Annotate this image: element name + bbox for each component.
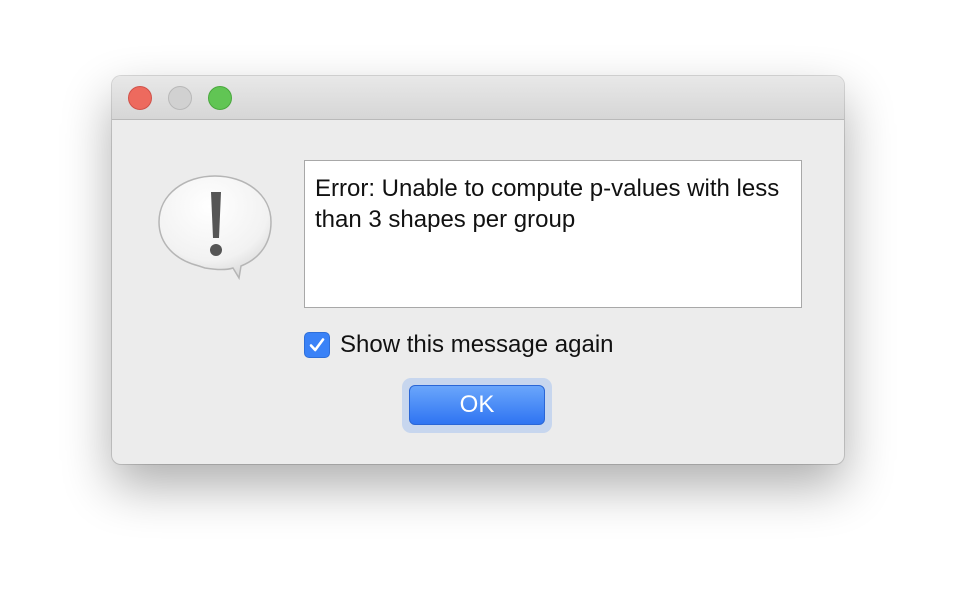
checkmark-icon [309,338,325,352]
minimize-window-button[interactable] [168,86,192,110]
close-window-button[interactable] [128,86,152,110]
exclamation-speech-bubble-icon [157,174,275,281]
ok-button[interactable]: OK [409,385,545,425]
show-again-checkbox[interactable] [304,332,330,358]
error-message-text: Error: Unable to compute p-values with l… [304,160,802,308]
title-bar[interactable] [112,76,844,120]
show-again-label[interactable]: Show this message again [340,331,614,359]
alert-dialog: Error: Unable to compute p-values with l… [112,76,844,464]
show-again-option[interactable]: Show this message again [304,330,614,360]
zoom-window-button[interactable] [208,86,232,110]
